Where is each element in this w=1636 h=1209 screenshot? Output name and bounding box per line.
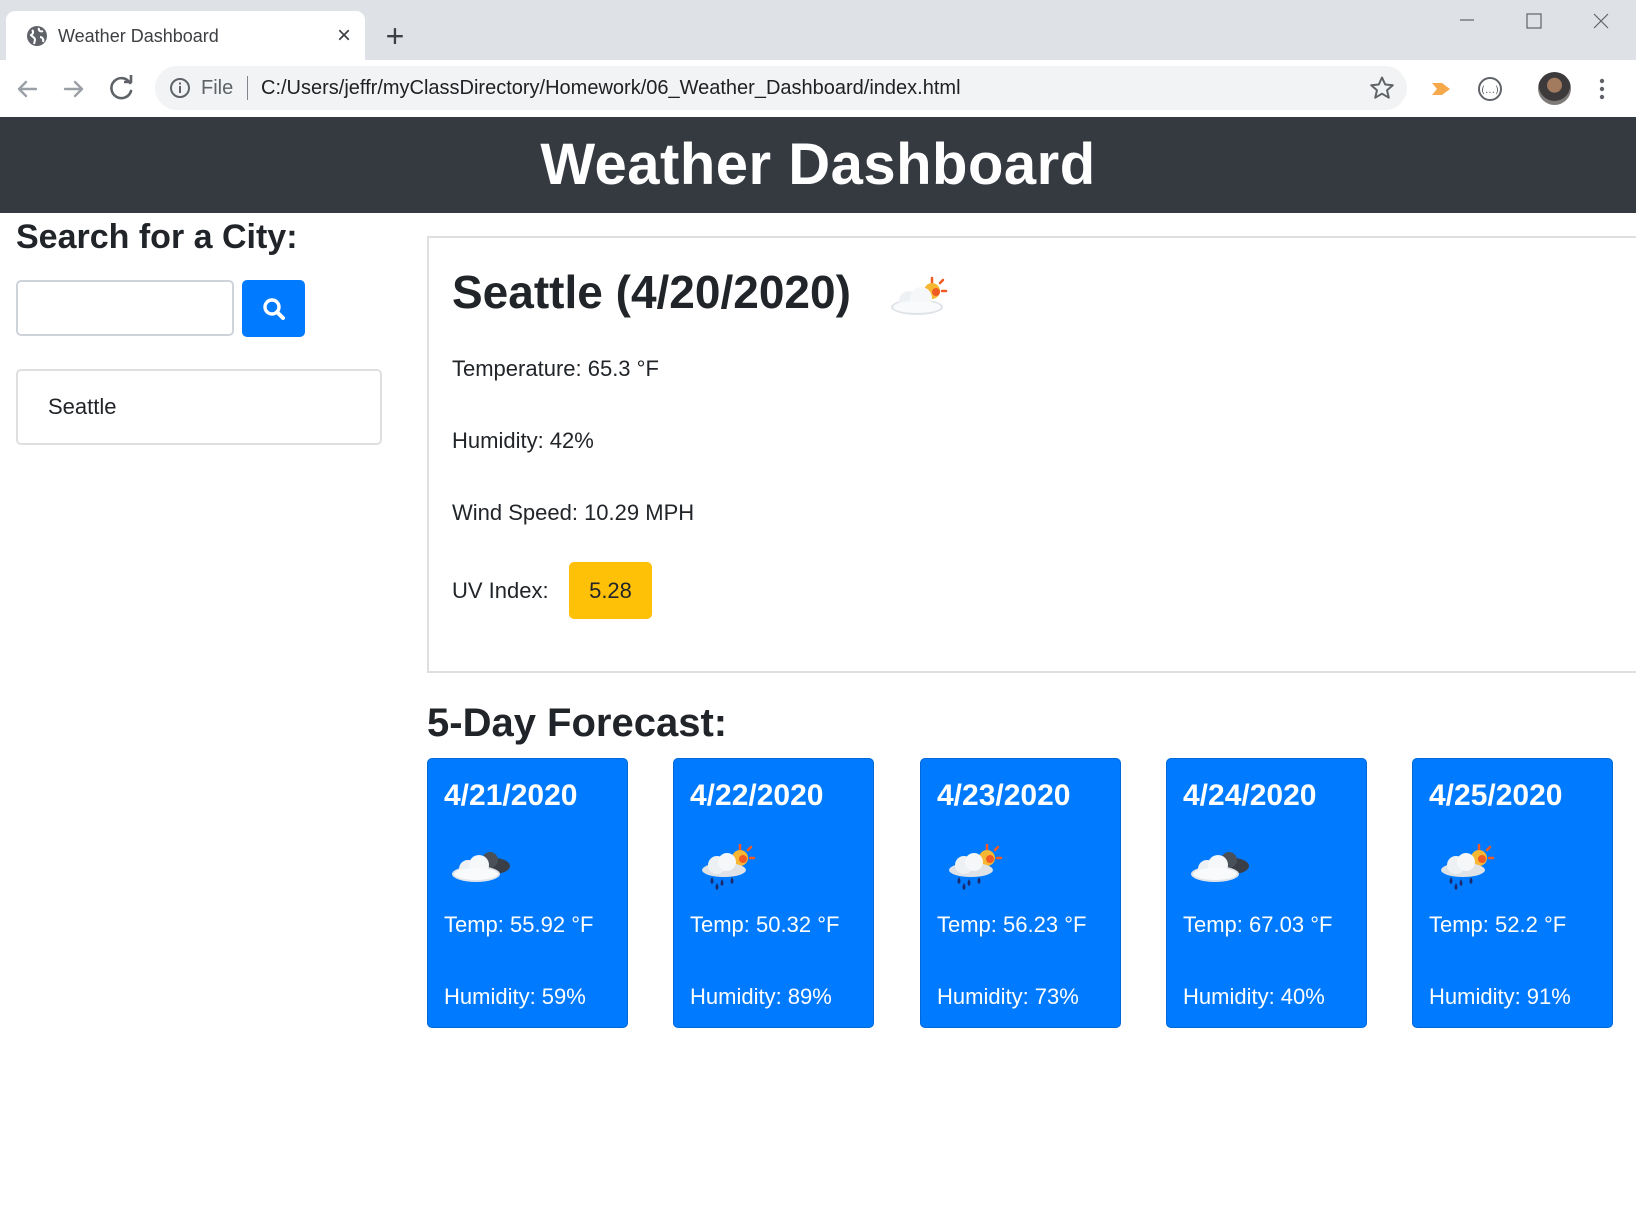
current-temperature: Temperature: 65.3 °F (452, 356, 659, 381)
search-button[interactable] (242, 280, 305, 337)
forward-arrow-icon[interactable] (56, 71, 92, 107)
forecast-card: 4/23/2020 Temp: 56.23 °F Humidity: 73% (920, 758, 1121, 1028)
uv-index-label: UV Index: (452, 578, 549, 603)
forecast-date: 4/23/2020 (937, 779, 1071, 812)
current-city-title: Seattle (4/20/2020) (452, 266, 851, 318)
file-scheme-label: File (201, 77, 234, 99)
search-icon (262, 297, 285, 320)
extension-circle-icon[interactable]: (…) (1476, 75, 1504, 103)
forecast-humidity: Humidity: 91% (1429, 984, 1571, 1009)
bookmark-star-icon[interactable] (1369, 75, 1395, 101)
reload-icon[interactable] (104, 71, 140, 107)
url-text[interactable]: C:/Users/jeffr/myClassDirectory/Homework… (261, 76, 961, 100)
rain-sun-icon (949, 843, 1003, 890)
forecast-date: 4/21/2020 (444, 779, 578, 812)
close-window-icon[interactable] (1574, 8, 1628, 42)
search-history-list: Seattle (16, 369, 382, 445)
forecast-temp: Temp: 55.92 °F (444, 912, 594, 937)
address-separator (247, 76, 248, 100)
address-bar[interactable]: File C:/Users/jeffr/myClassDirectory/Hom… (155, 66, 1407, 110)
current-humidity: Humidity: 42% (452, 428, 594, 453)
search-heading: Search for a City: (16, 218, 298, 256)
browser-toolbar: File C:/Users/jeffr/myClassDirectory/Hom… (0, 60, 1636, 118)
forecast-temp: Temp: 67.03 °F (1183, 912, 1333, 937)
page-title: Weather Dashboard (540, 132, 1096, 197)
minimize-icon[interactable] (1440, 8, 1494, 42)
back-arrow-icon[interactable] (9, 71, 45, 107)
forecast-card: 4/24/2020 Temp: 67.03 °F Humidity: 40% (1166, 758, 1367, 1028)
globe-icon (27, 26, 47, 46)
forecast-date: 4/22/2020 (690, 779, 824, 812)
maximize-icon[interactable] (1507, 8, 1561, 42)
svg-text:(…): (…) (1481, 85, 1499, 96)
forecast-date: 4/24/2020 (1183, 779, 1317, 812)
cloud-dark-icon (1191, 852, 1249, 882)
history-item-seattle[interactable]: Seattle (48, 393, 117, 421)
browser-tabstrip: Weather Dashboard × + (0, 0, 1636, 60)
cloud-dark-icon (452, 852, 510, 882)
forecast-heading: 5-Day Forecast: (427, 701, 728, 745)
forecast-humidity: Humidity: 40% (1183, 984, 1325, 1009)
city-search-input[interactable] (16, 280, 234, 336)
kebab-menu-icon[interactable] (1596, 76, 1608, 102)
page-header: Weather Dashboard (0, 117, 1636, 213)
forecast-card: 4/21/2020 Temp: 55.92 °F Humidity: 59% (427, 758, 628, 1028)
forecast-card: 4/22/2020 Temp: 50.32 °F Humidity: 89% (673, 758, 874, 1028)
close-tab-icon[interactable]: × (332, 24, 356, 48)
profile-avatar[interactable] (1538, 72, 1571, 105)
forecast-temp: Temp: 56.23 °F (937, 912, 1087, 937)
cloud-sun-icon (891, 276, 948, 315)
browser-tab[interactable]: Weather Dashboard × (6, 11, 365, 60)
new-tab-button[interactable]: + (378, 20, 412, 54)
forecast-date: 4/25/2020 (1429, 779, 1563, 812)
tab-title: Weather Dashboard (58, 26, 219, 46)
current-weather-card: Seattle (4/20/2020) Temperature: 65.3 °F… (427, 236, 1636, 673)
info-icon[interactable] (169, 77, 191, 99)
current-wind-speed: Wind Speed: 10.29 MPH (452, 500, 695, 525)
rain-sun-icon (702, 843, 756, 890)
rain-sun-icon (1441, 843, 1495, 890)
forecast-temp: Temp: 52.2 °F (1429, 912, 1567, 937)
forecast-humidity: Humidity: 73% (937, 984, 1079, 1009)
uv-index-badge: 5.28 (569, 562, 652, 619)
forecast-card: 4/25/2020 Temp: 52.2 °F Humidity: 91% (1412, 758, 1613, 1028)
forecast-humidity: Humidity: 59% (444, 984, 586, 1009)
forecast-humidity: Humidity: 89% (690, 984, 832, 1009)
forecast-temp: Temp: 50.32 °F (690, 912, 840, 937)
extension-arrow-icon[interactable] (1428, 75, 1456, 103)
